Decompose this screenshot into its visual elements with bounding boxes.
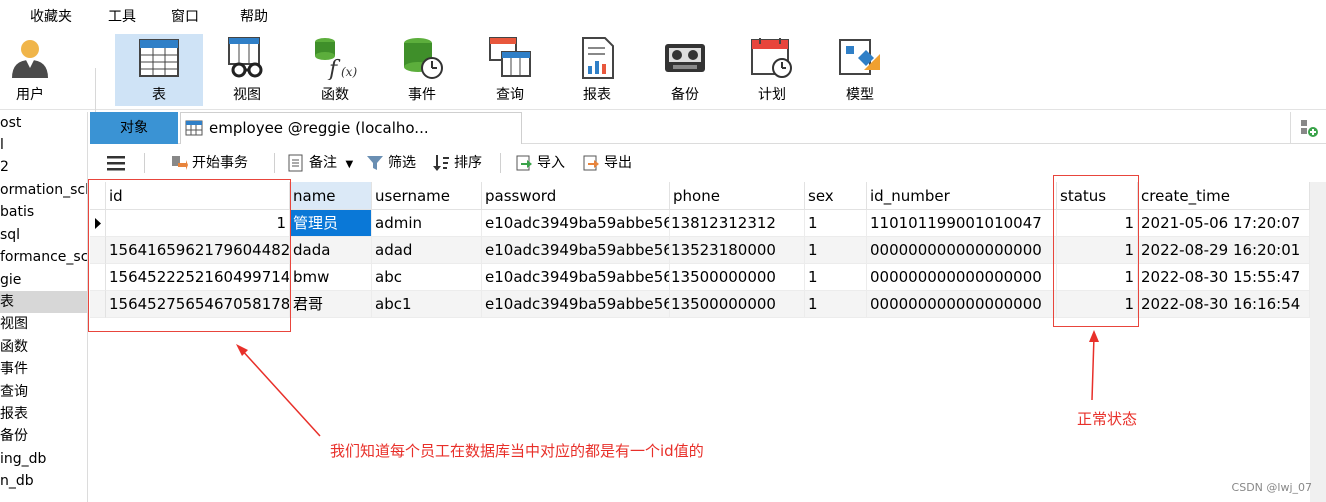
watermark: CSDN @lwj_07	[1231, 481, 1312, 494]
id-annotation: 我们知道每个员工在数据库当中对应的都是有一个id值的	[330, 442, 704, 460]
status-annotation: 正常状态	[1077, 410, 1138, 428]
